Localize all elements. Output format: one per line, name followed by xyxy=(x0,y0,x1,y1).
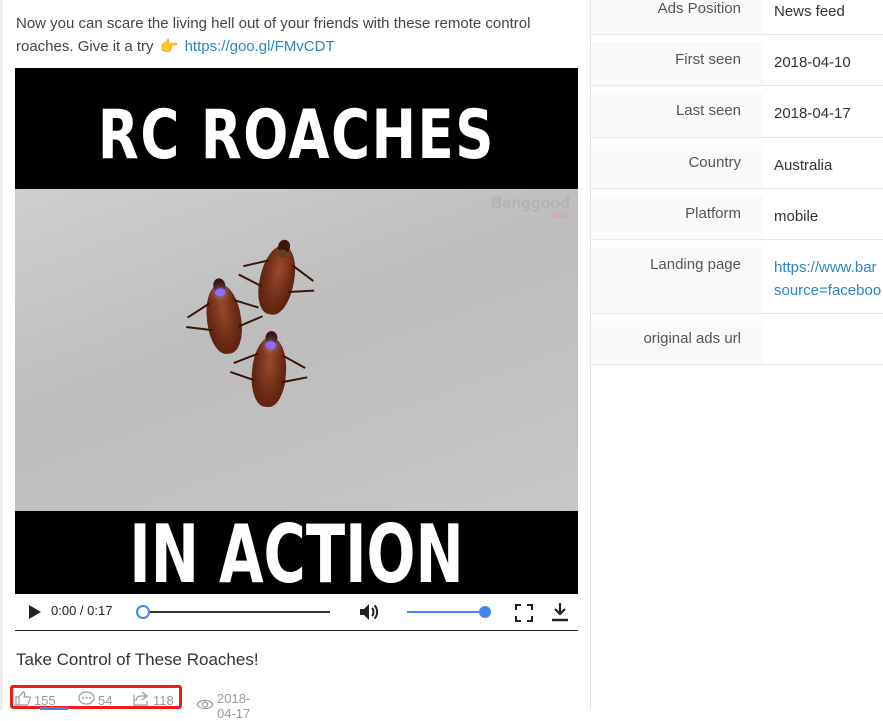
detail-value: 2018-04-17 xyxy=(774,105,851,122)
video-watermark: Banggood .com xyxy=(490,195,570,220)
detail-row-country: Country Australia xyxy=(591,138,883,189)
play-icon[interactable] xyxy=(29,605,41,619)
ad-post-panel: Now you can scare the living hell out of… xyxy=(0,0,590,721)
detail-value xyxy=(763,321,883,364)
progress-knob[interactable] xyxy=(136,605,150,619)
views-date-stat: 2018-04-17 xyxy=(196,691,250,721)
volume-knob[interactable] xyxy=(479,606,491,618)
detail-label: Ads Position xyxy=(591,0,763,34)
detail-label: First seen xyxy=(591,42,763,85)
detail-row-landing-page: Landing page https://www.bar source=face… xyxy=(591,240,883,314)
volume-slider[interactable] xyxy=(407,611,485,613)
caption-link[interactable]: https://goo.gl/FMvCDT xyxy=(185,38,335,55)
video-overlay-subtitle: IN ACTION xyxy=(129,508,464,594)
video-controls: 0:00 / 0:17 xyxy=(15,594,578,631)
detail-value: 2018-04-10 xyxy=(774,54,851,71)
volume-icon[interactable] xyxy=(358,602,380,627)
detail-row-ads-position: Ads Position News feed xyxy=(591,0,883,35)
video-time: 0:00 / 0:17 xyxy=(51,603,113,618)
likes-stat: 155 xyxy=(15,691,56,709)
detail-row-platform: Platform mobile xyxy=(591,189,883,240)
shares-count: 118 xyxy=(153,692,174,708)
landing-page-link[interactable]: https://www.bar xyxy=(774,256,883,279)
download-icon[interactable] xyxy=(551,602,569,627)
likes-count: 155 xyxy=(34,692,56,708)
detail-value: mobile xyxy=(774,208,819,225)
ad-title: Take Control of These Roaches! xyxy=(16,650,259,669)
detail-value: Australia xyxy=(774,157,833,174)
detail-value: https://www.bar source=faceboo xyxy=(763,247,883,313)
detail-row-original-ads-url: original ads url xyxy=(591,314,883,365)
post-date: 2018-04-17 xyxy=(217,691,251,721)
comment-icon xyxy=(78,691,95,709)
video-frame: Banggood .com xyxy=(15,189,578,511)
fullscreen-icon[interactable] xyxy=(515,604,533,627)
video-overlay-title: RC ROACHES xyxy=(97,96,496,175)
detail-value: News feed xyxy=(774,3,845,20)
ad-details-panel: Ads Position News feed First seen 2018-0… xyxy=(590,0,883,710)
roach-image xyxy=(230,335,308,409)
detail-label: Last seen xyxy=(591,93,763,137)
detail-row-first-seen: First seen 2018-04-10 xyxy=(591,35,883,86)
shares-stat: 118 xyxy=(133,691,174,709)
eye-icon xyxy=(196,698,214,714)
detail-label: Platform xyxy=(591,196,763,239)
thumbs-up-icon xyxy=(15,691,31,709)
comments-stat: 54 xyxy=(78,691,112,709)
detail-row-last-seen: Last seen 2018-04-17 xyxy=(591,86,883,138)
detail-label: Country xyxy=(591,145,763,188)
landing-page-link-continued[interactable]: source=faceboo xyxy=(774,279,883,302)
detail-label: original ads url xyxy=(591,321,763,364)
progress-bar[interactable] xyxy=(143,611,330,613)
roach-image xyxy=(186,281,263,357)
video-player[interactable]: RC ROACHES Banggood .com IN ACTION xyxy=(15,68,578,594)
roach-image xyxy=(238,242,315,318)
share-icon xyxy=(133,691,150,709)
panel-edge-divider xyxy=(0,0,3,710)
detail-label: Landing page xyxy=(591,247,763,313)
ad-caption: Now you can scare the living hell out of… xyxy=(16,12,576,58)
pointing-hand-icon: 👉 xyxy=(159,38,179,55)
comments-count: 54 xyxy=(98,692,113,708)
